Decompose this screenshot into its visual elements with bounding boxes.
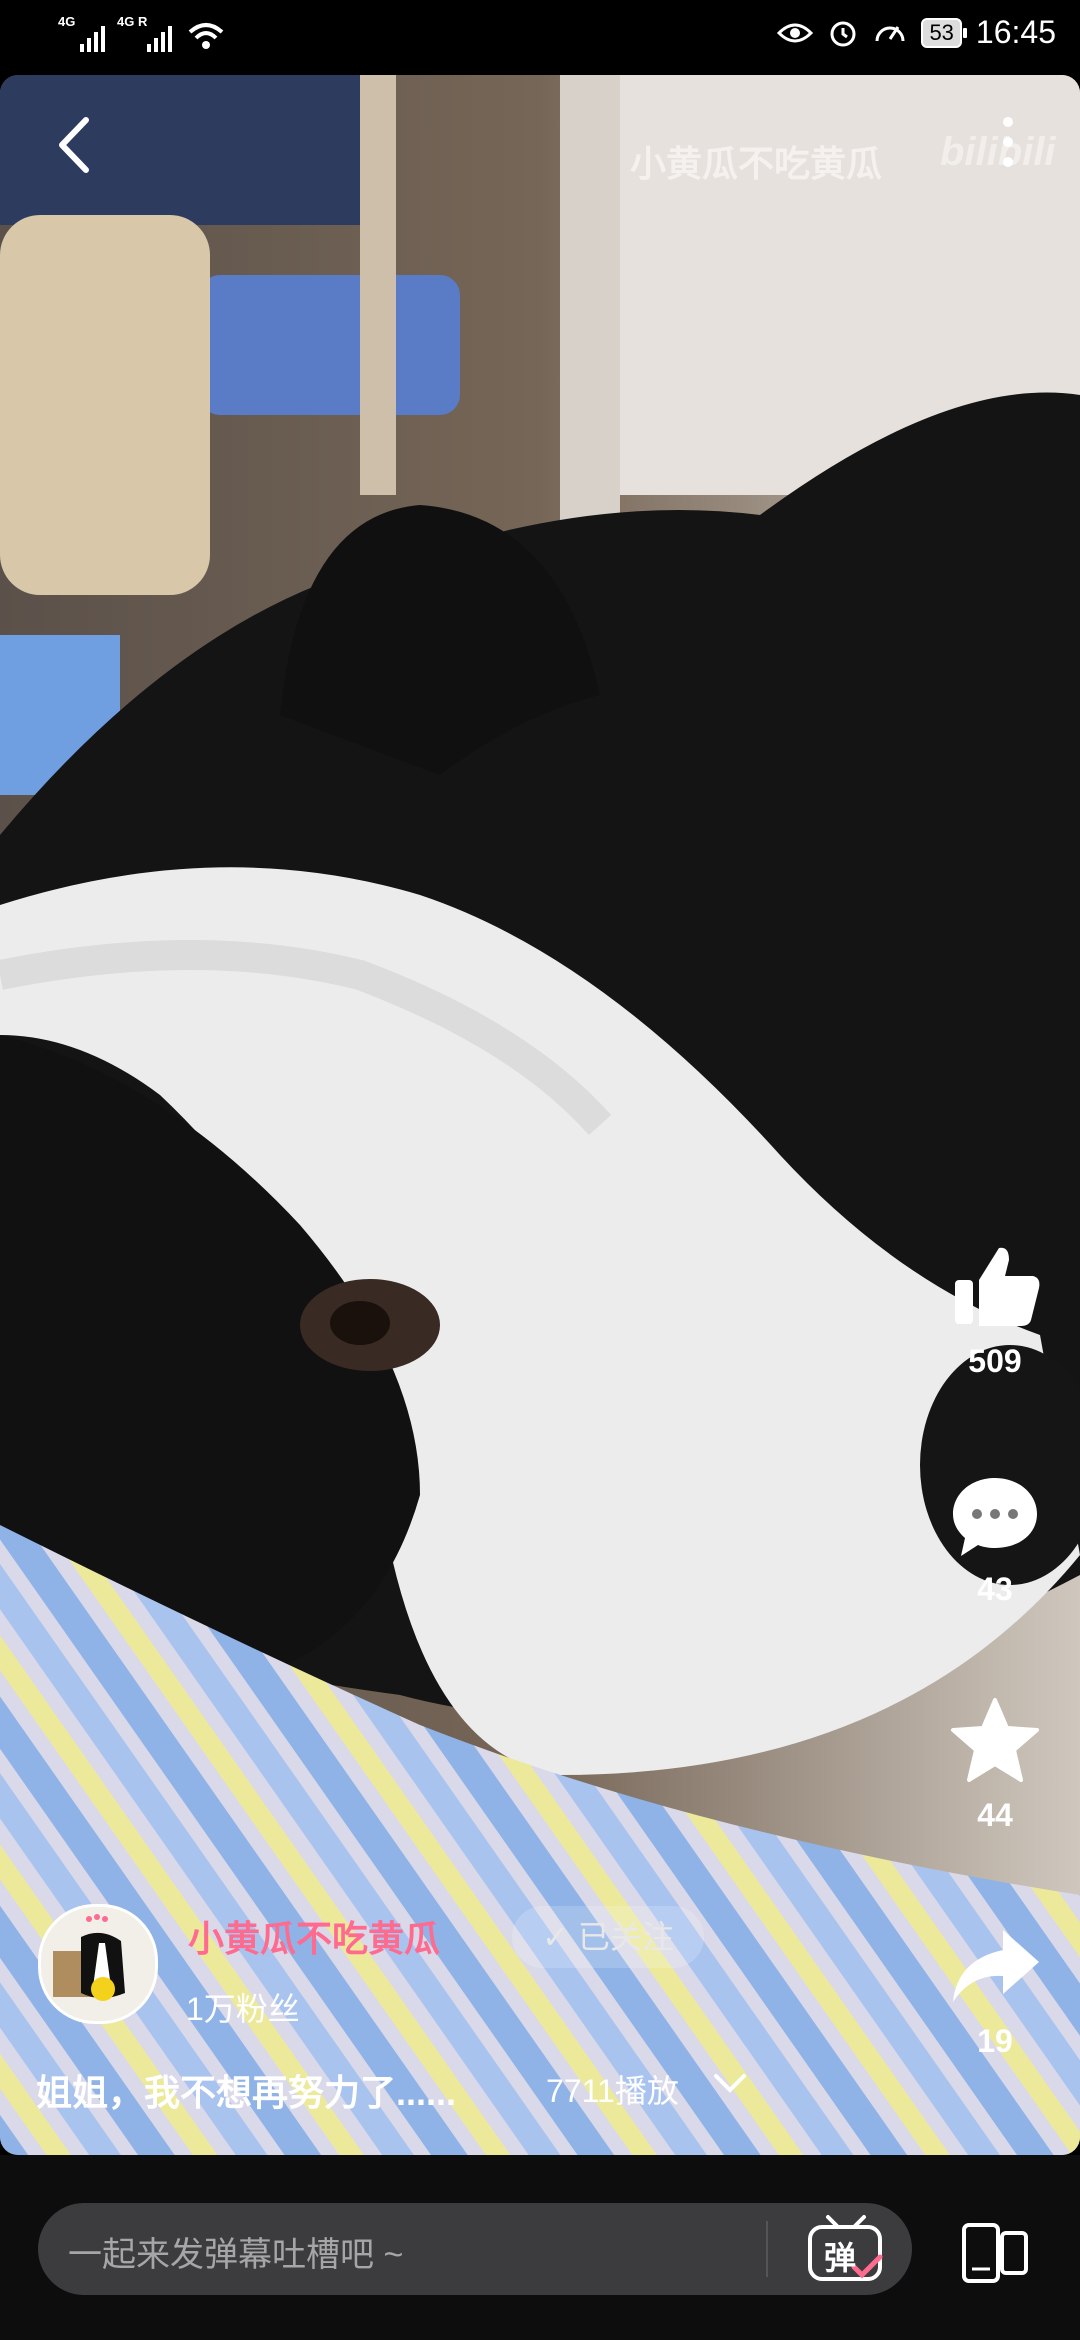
cell-signal-icon: 4G bbox=[58, 14, 105, 52]
danmaku-input[interactable]: 一起来发弹幕吐槽吧 ~ 弹 bbox=[38, 2203, 912, 2295]
battery-indicator: 53 bbox=[921, 17, 968, 48]
video-title: 姐姐，我不想再努力了...... bbox=[36, 2072, 457, 2113]
watermark-text: 小黄瓜不吃黄瓜 bbox=[630, 143, 883, 184]
signal-area: 4G 4G R bbox=[58, 14, 226, 52]
danmaku-button-label: 弹 bbox=[824, 2240, 857, 2276]
share-button[interactable]: 19 bbox=[940, 1920, 1050, 2060]
play-count: 7711播放 bbox=[546, 2073, 679, 2109]
dog-avatar-icon bbox=[41, 1907, 155, 2021]
thumbs-up-icon bbox=[955, 1247, 1040, 1326]
uploader-avatar[interactable] bbox=[38, 1904, 158, 2024]
wifi-icon bbox=[188, 23, 224, 49]
like-button[interactable]: 509 bbox=[940, 1240, 1050, 1380]
follow-label: 已关注 bbox=[577, 1919, 674, 1955]
fan-count: 1万粉丝 bbox=[186, 1991, 300, 2027]
comment-icon bbox=[953, 1478, 1037, 1556]
like-count: 509 bbox=[968, 1343, 1022, 1379]
eye-icon bbox=[777, 23, 814, 42]
bottom-bar: 一起来发弹幕吐槽吧 ~ 弹 bbox=[0, 2155, 1080, 2340]
divider bbox=[766, 2221, 768, 2277]
share-arrow-icon bbox=[953, 1930, 1039, 2002]
danmaku-toggle-button[interactable]: 弹 bbox=[802, 2211, 890, 2285]
status-bar: 4G 4G R 53 16:45 bbox=[0, 0, 1080, 75]
danmaku-placeholder: 一起来发弹幕吐槽吧 ~ bbox=[68, 2236, 404, 2274]
follow-button[interactable]: ✓ 已关注 bbox=[512, 1906, 704, 1968]
signal1-label: 4G bbox=[58, 14, 76, 29]
video-frame bbox=[0, 75, 1080, 2155]
star-icon bbox=[951, 1698, 1039, 1782]
favorite-button[interactable]: 44 bbox=[940, 1694, 1050, 1834]
share-count: 19 bbox=[977, 2023, 1013, 2059]
more-options-icon[interactable] bbox=[990, 112, 1026, 172]
favorite-count: 44 bbox=[977, 1797, 1013, 1833]
rotate-screen-icon[interactable] bbox=[960, 2223, 1030, 2283]
signal2-label: 4G R bbox=[117, 14, 148, 29]
chevron-down-icon[interactable] bbox=[712, 2072, 748, 2096]
comment-button[interactable]: 43 bbox=[940, 1468, 1050, 1608]
clock: 16:45 bbox=[975, 14, 1056, 50]
back-arrow-icon[interactable] bbox=[50, 110, 100, 180]
status-right: 53 16:45 bbox=[777, 14, 1056, 51]
cell-signal-icon-2: 4G R bbox=[117, 14, 172, 52]
uploader-name[interactable]: 小黄瓜不吃黄瓜 bbox=[188, 1910, 440, 1962]
speed-icon bbox=[875, 25, 905, 41]
alarm-icon bbox=[830, 21, 856, 46]
check-icon: ✓ bbox=[542, 1919, 578, 1955]
video-player[interactable] bbox=[0, 75, 1080, 2155]
comment-count: 43 bbox=[977, 1571, 1013, 1607]
